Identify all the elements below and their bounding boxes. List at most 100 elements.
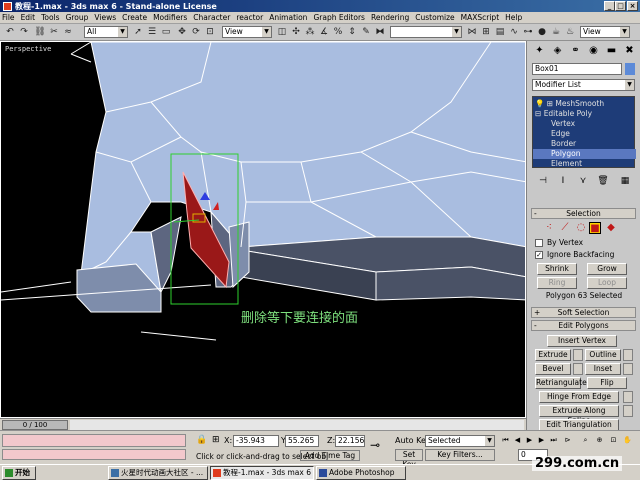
menu-edit[interactable]: Edit — [21, 13, 36, 22]
maxscript-listener-field[interactable] — [2, 434, 186, 447]
perspective-viewport[interactable]: Perspective 删除等下要连接的面 — [0, 41, 526, 418]
select-by-name-icon[interactable]: ☰ — [146, 26, 158, 38]
menu-animation[interactable]: Animation — [269, 13, 307, 22]
viewport-label[interactable]: Perspective — [5, 45, 51, 53]
ignore-backfacing-checkbox[interactable]: ✓ — [535, 251, 543, 259]
bevel-button[interactable]: Bevel — [535, 363, 571, 375]
inset-button[interactable]: Inset — [585, 363, 621, 375]
unlink-icon[interactable]: ✂ — [48, 26, 60, 38]
previous-frame-icon[interactable]: ◀ — [512, 435, 523, 446]
retriangulate-button[interactable]: Retriangulate — [535, 377, 587, 389]
menu-graph-editors[interactable]: Graph Editors — [313, 13, 365, 22]
add-time-tag-button[interactable]: Add Time Tag — [300, 450, 360, 461]
select-manipulate-icon[interactable]: ✣ — [290, 26, 302, 38]
stack-item-meshsmooth[interactable]: 💡 ⊞ MeshSmooth — [533, 99, 636, 109]
zoom-all-icon[interactable]: ⊕ — [594, 435, 605, 446]
make-unique-icon[interactable]: ⋎ — [576, 174, 590, 188]
play-icon[interactable]: ▶ — [524, 435, 535, 446]
hinge-from-edge-button[interactable]: Hinge From Edge — [539, 391, 619, 403]
element-level-icon[interactable]: ◆ — [605, 222, 617, 234]
menu-maxscript[interactable]: MAXScript — [461, 13, 500, 22]
time-slider[interactable]: 0 / 100 — [2, 420, 68, 430]
minimize-button[interactable]: _ — [604, 1, 615, 11]
soft-selection-rollout-header[interactable]: + Soft Selection — [531, 307, 636, 318]
outline-button[interactable]: Outline — [585, 349, 621, 361]
object-color-swatch[interactable] — [625, 63, 635, 75]
remove-modifier-icon[interactable]: 🗑 — [596, 174, 610, 188]
inset-settings-button[interactable] — [623, 363, 633, 375]
modifier-list-dropdown[interactable]: Modifier List ▼ — [532, 79, 635, 91]
mirror-icon[interactable]: ⧓ — [374, 26, 386, 38]
utilities-tab-icon[interactable]: ✖ — [623, 44, 636, 57]
flip-button[interactable]: Flip — [587, 377, 627, 389]
ring-button[interactable]: Ring — [537, 277, 577, 289]
insert-vertex-button[interactable]: Insert Vertex — [547, 335, 617, 347]
menu-character[interactable]: Character — [193, 13, 230, 22]
bind-spacewarp-icon[interactable]: ≈ — [62, 26, 74, 38]
mirror-tool-icon[interactable]: ⋈ — [466, 26, 478, 38]
edit-polygons-rollout-header[interactable]: - Edit Polygons — [531, 320, 636, 331]
object-name-field[interactable]: Box01 — [532, 63, 622, 75]
selection-filter-dropdown[interactable]: All ▼ — [84, 26, 128, 38]
schematic-view-icon[interactable]: ⊶ — [522, 26, 534, 38]
z-coord-field[interactable]: 22.156 — [335, 435, 365, 447]
shrink-button[interactable]: Shrink — [537, 263, 577, 275]
hierarchy-tab-icon[interactable]: ⚭ — [569, 44, 582, 57]
menu-reactor[interactable]: reactor — [236, 13, 263, 22]
edit-triangulation-button[interactable]: Edit Triangulation — [539, 419, 619, 430]
stack-item-edge[interactable]: Edge — [533, 129, 636, 139]
named-selection-set-dropdown[interactable]: ▼ — [390, 26, 462, 38]
curve-editor-icon[interactable]: ∿ — [508, 26, 520, 38]
pivot-icon[interactable]: ◫ — [276, 26, 288, 38]
menu-customize[interactable]: Customize — [415, 13, 454, 22]
redo-icon[interactable]: ↷ — [18, 26, 30, 38]
next-frame-icon[interactable]: ▶ — [536, 435, 547, 446]
align-icon[interactable]: ⊞ — [480, 26, 492, 38]
border-level-icon[interactable]: ◌ — [575, 222, 587, 234]
create-tab-icon[interactable]: ✦ — [533, 44, 546, 57]
menu-create[interactable]: Create — [122, 13, 147, 22]
stack-item-vertex[interactable]: Vertex — [533, 119, 636, 129]
selection-rollout-header[interactable]: - Selection — [531, 208, 636, 219]
extrude-spline-settings-button[interactable] — [623, 405, 633, 417]
go-to-end-icon[interactable]: ⏭ — [548, 435, 559, 446]
select-scale-icon[interactable]: ⊡ — [204, 26, 216, 38]
menu-help[interactable]: Help — [505, 13, 522, 22]
loop-button[interactable]: Loop — [587, 277, 627, 289]
task-photoshop[interactable]: Adobe Photoshop — [316, 466, 406, 480]
extrude-button[interactable]: Extrude — [535, 349, 571, 361]
render-type-dropdown[interactable]: View ▼ — [580, 26, 630, 38]
material-editor-icon[interactable]: ● — [536, 26, 548, 38]
absolute-mode-icon[interactable]: ⊞ — [212, 435, 222, 445]
motion-tab-icon[interactable]: ◉ — [587, 44, 600, 57]
task-browser[interactable]: 火星时代动画大社区 - ... — [108, 466, 208, 480]
quick-render-icon[interactable]: ♨ — [564, 26, 576, 38]
select-link-icon[interactable]: ⛓ — [34, 26, 46, 38]
modify-tab-icon[interactable]: ◈ — [551, 44, 564, 57]
reference-coord-dropdown[interactable]: View ▼ — [222, 26, 272, 38]
expand-minus-icon[interactable]: ⊟ — [535, 109, 541, 118]
render-scene-icon[interactable]: ☕ — [550, 26, 562, 38]
undo-icon[interactable]: ↶ — [4, 26, 16, 38]
lightbulb-icon[interactable]: 💡 — [535, 99, 544, 108]
snap-icon[interactable]: ⁂ — [304, 26, 316, 38]
key-mode-dropdown[interactable]: Selected ▼ — [425, 435, 495, 447]
menu-file[interactable]: File — [2, 13, 15, 22]
selection-lock-icon[interactable]: 🔒 — [196, 435, 207, 445]
by-vertex-checkbox[interactable] — [535, 239, 543, 247]
pan-icon[interactable]: ✋ — [622, 435, 633, 446]
extrude-settings-button[interactable] — [573, 349, 583, 361]
close-button[interactable]: × — [627, 1, 638, 11]
stack-item-border[interactable]: Border — [533, 139, 636, 149]
grow-button[interactable]: Grow — [587, 263, 627, 275]
key-mode-toggle-icon[interactable]: ⊳ — [562, 435, 573, 446]
zoom-extents-icon[interactable]: ⊡ — [608, 435, 619, 446]
layer-manager-icon[interactable]: ▤ — [494, 26, 506, 38]
select-move-icon[interactable]: ✥ — [176, 26, 188, 38]
outline-settings-button[interactable] — [623, 349, 633, 361]
hinge-settings-button[interactable] — [623, 391, 633, 403]
zoom-icon[interactable]: ⌕ — [580, 435, 591, 446]
menu-views[interactable]: Views — [94, 13, 116, 22]
maxscript-output-field[interactable] — [2, 449, 186, 460]
bevel-settings-button[interactable] — [573, 363, 583, 375]
